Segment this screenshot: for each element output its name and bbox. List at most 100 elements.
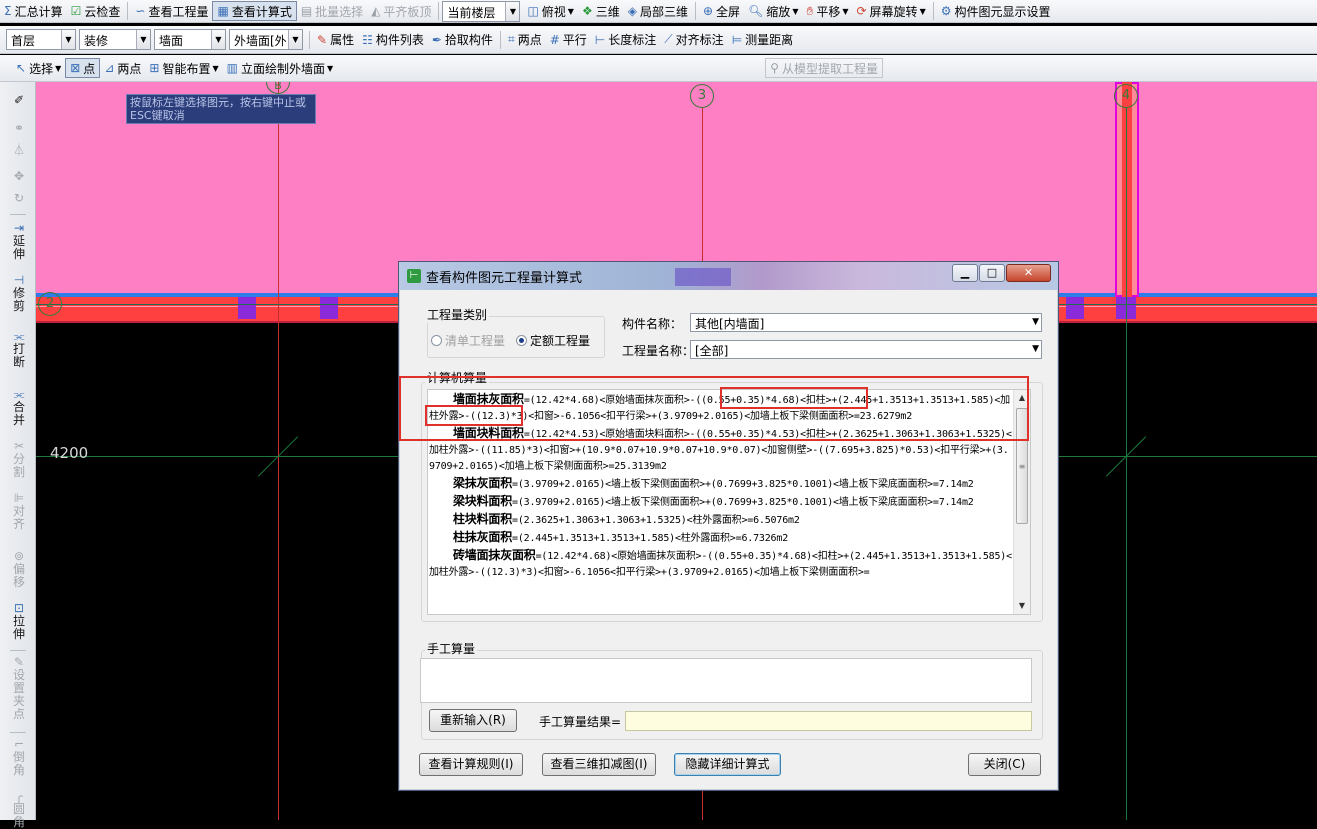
properties-button[interactable]: ✎ 属性: [313, 30, 358, 50]
close-button[interactable]: 关闭(C): [968, 753, 1041, 776]
component-name-label: 构件名称：: [622, 317, 683, 331]
norm-quantity-radio[interactable]: 定额工程量: [516, 332, 590, 349]
category-select[interactable]: 装修 ▼: [79, 29, 151, 50]
split-tool[interactable]: ✂ 分割: [8, 440, 30, 479]
screen-rotate-button[interactable]: ⟳ 屏幕旋转 ▼: [852, 1, 929, 21]
dialog-titlebar[interactable]: ⊢ 查看构件图元工程量计算式 ▁ □ ✕: [399, 262, 1058, 290]
dimension-label: 4200: [50, 444, 89, 462]
view-quantity-button[interactable]: ∽ 查看工程量: [131, 1, 212, 21]
manual-result-field[interactable]: [625, 711, 1032, 731]
move-icon[interactable]: ✥: [8, 170, 30, 183]
component-list-button[interactable]: ☷ 构件列表: [358, 30, 428, 50]
scroll-down-icon[interactable]: ▼: [1014, 598, 1030, 614]
chevron-down-icon: ▼: [136, 30, 150, 49]
align-dim-button[interactable]: ⟋ 对齐标注: [660, 30, 727, 50]
batch-select-button[interactable]: ▤ 批量选择: [297, 1, 367, 21]
hand-icon: ✋︎: [806, 3, 814, 18]
quantity-type-label: 工程量类别: [425, 306, 490, 323]
brush-icon[interactable]: ✐: [8, 94, 30, 107]
three-d-button[interactable]: ❖ 三维: [578, 1, 624, 21]
axis-line-b: [278, 82, 279, 820]
toolbar-separator: [438, 2, 440, 20]
cloud-check-button[interactable]: ☑ 云检查: [67, 1, 125, 21]
partial-3d-button[interactable]: ◈ 局部三维: [624, 1, 692, 21]
component-name-select[interactable]: 其他[内墙面] ▼: [690, 313, 1042, 332]
maximize-button[interactable]: □: [979, 264, 1005, 282]
measure-distance-button[interactable]: ⊨ 测量距离: [728, 30, 797, 50]
two-points-icon: ⌗: [507, 32, 515, 46]
app-icon: ⊢: [407, 269, 421, 283]
check-icon: ☑: [70, 4, 82, 18]
select-button[interactable]: ↖ 选择 ▼: [12, 58, 65, 78]
align-dim-icon: ⟋: [664, 32, 673, 46]
toolbar-separator: [932, 2, 934, 20]
component-toolbar: 首层 ▼ 装修 ▼ 墙面 ▼ 外墙面[外 ▼ ✎ 属性 ☷ 构件列表 ✒ 拾取构件 ⌗ 两点 #…: [0, 26, 1317, 54]
toolbar-separator: [694, 2, 696, 20]
set-grip-tool[interactable]: ✎ 设置夹点: [8, 656, 30, 721]
pick-component-button[interactable]: ✒ 拾取构件: [428, 30, 497, 50]
hide-detail-button[interactable]: 隐藏详细计算式: [674, 753, 781, 776]
chevron-down-icon: ▼: [211, 30, 225, 49]
length-dim-button[interactable]: ⊢ 长度标注: [591, 30, 660, 50]
radio-icon: [431, 335, 442, 346]
pan-button[interactable]: ✋︎ 平移 ▼: [802, 1, 852, 21]
formula-dialog: ⊢ 查看构件图元工程量计算式 ▁ □ ✕ 工程量类别 清单工程量 定额工程量 构…: [398, 261, 1059, 791]
column-marker: [238, 297, 256, 319]
manual-calc-input[interactable]: [420, 658, 1032, 703]
chevron-down-icon: ▼: [1032, 317, 1039, 327]
mirror-icon[interactable]: ⏃: [8, 144, 30, 157]
partial-3d-icon: ◈: [627, 4, 637, 18]
extract-from-model-button[interactable]: ⚲ 从模型提取工程量: [765, 58, 883, 78]
search-icon: ⚲: [770, 61, 779, 75]
reinput-button[interactable]: 重新输入(R): [429, 709, 517, 732]
3d-icon: ❖: [581, 4, 593, 18]
component-select[interactable]: 外墙面[外 ▼: [229, 29, 303, 50]
list-quantity-radio[interactable]: 清单工程量: [431, 332, 505, 349]
break-tool[interactable]: ⫘ 打断: [8, 330, 30, 369]
parallel-icon: #: [549, 32, 560, 47]
floor-select[interactable]: 首层 ▼: [6, 29, 76, 50]
elevation-icon: ▥: [226, 61, 238, 75]
two-points-tool-button[interactable]: ⌗ 两点: [504, 30, 546, 50]
extend-tool[interactable]: ⇥ 延伸: [8, 222, 30, 261]
minimize-icon: ▁: [960, 266, 970, 279]
length-dim-icon: ⊢: [594, 32, 606, 47]
type-select[interactable]: 墙面 ▼: [154, 29, 226, 50]
smart-layout-button[interactable]: ⊞ 智能布置 ▼: [145, 58, 222, 78]
display-settings-button[interactable]: ⚙ 构件图元显示设置: [937, 1, 1055, 21]
annotation-box: [720, 387, 868, 409]
trim-tool[interactable]: ⊣ 修剪: [8, 274, 30, 313]
point-button[interactable]: ⊠ 点: [65, 58, 101, 78]
parallel-button[interactable]: # 平行: [546, 30, 591, 50]
align-slab-top-button[interactable]: ◭ 平齐板顶: [367, 1, 435, 21]
current-floor-select[interactable]: 当前楼层 ▼: [442, 0, 521, 22]
chevron-down-icon: ▼: [1032, 344, 1039, 354]
view-formula-button[interactable]: ▦ 查看计算式: [212, 1, 297, 21]
elevation-draw-button[interactable]: ▥ 立面绘制外墙面 ▼: [223, 58, 338, 78]
merge-tool[interactable]: ⫘ 合并: [8, 388, 30, 427]
quantity-name-label: 工程量名称：: [622, 344, 695, 358]
draw-toolbar: ↖ 选择 ▼ ⊠ 点 ⊿ 两点 ⊞ 智能布置 ▼ ▥ 立面绘制外墙面 ▼ ⚲ 从模型提取工程量: [0, 55, 1317, 82]
zoom-button[interactable]: 🔍︎ 缩放 ▼: [744, 1, 802, 21]
rotate-icon[interactable]: ↻: [8, 192, 30, 205]
two-points-draw-button[interactable]: ⊿ 两点: [100, 58, 145, 78]
formula-line: 柱抹灰面积=(2.445+1.3513+1.3513+1.585)<柱外露面积>…: [453, 530, 789, 544]
align-tool[interactable]: ⊫ 对齐: [8, 492, 30, 531]
offset-tool[interactable]: ⊚ 偏移: [8, 550, 30, 589]
fullscreen-button[interactable]: ⊕ 全屏: [699, 1, 744, 21]
settings-icon: ⚙: [940, 4, 952, 18]
view-3d-deduction-button[interactable]: 查看三维扣减图(I): [542, 753, 656, 776]
formula-line: 砖墙面抹灰面积=(12.42*4.68)<原始墙面抹灰面积>-((0.55+0.…: [429, 548, 1012, 578]
summary-calc-button[interactable]: Σ 汇总计算: [0, 1, 67, 21]
chamfer-tool[interactable]: ⌐ 倒角: [8, 738, 30, 777]
close-icon: ✕: [1023, 266, 1034, 279]
close-window-button[interactable]: ✕: [1006, 264, 1051, 282]
quantity-name-select[interactable]: [全部] ▼: [690, 340, 1042, 359]
minimize-button[interactable]: ▁: [952, 264, 978, 282]
view-rules-button[interactable]: 查看计算规则(I): [419, 753, 523, 776]
copy-icon[interactable]: ⚭: [8, 122, 30, 135]
formula-line: 梁抹灰面积=(3.9709+2.0165)<墙上板下梁侧面面积>+(0.7699…: [453, 476, 974, 490]
fillet-tool[interactable]: ╭ 圆角: [8, 790, 30, 829]
top-view-button[interactable]: ◫ 俯视 ▼: [523, 1, 578, 21]
stretch-tool[interactable]: ⊡ 拉伸: [8, 602, 30, 641]
